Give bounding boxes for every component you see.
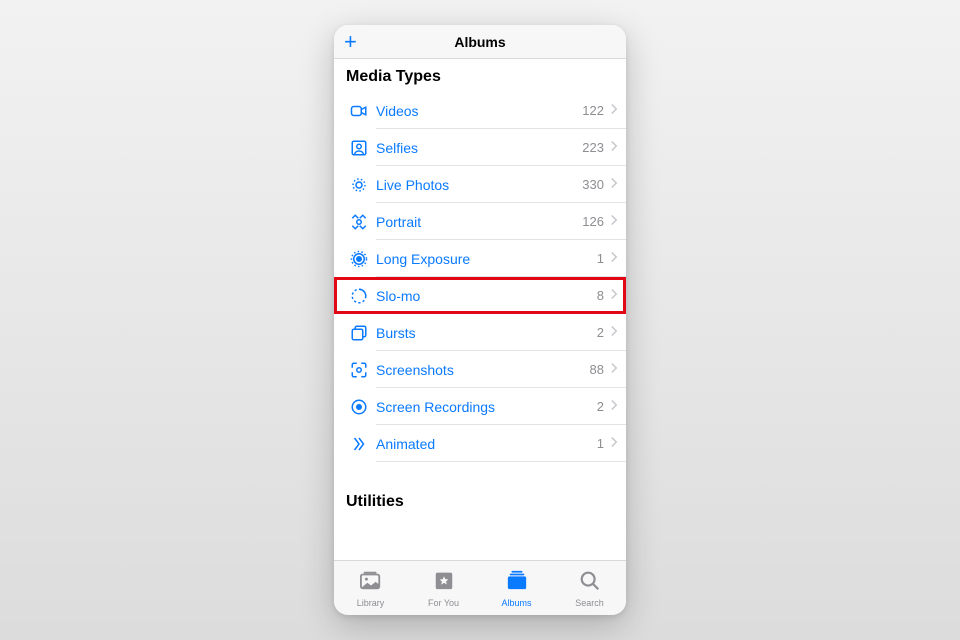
add-button[interactable]: + [344, 31, 357, 53]
page-title: Albums [454, 34, 505, 50]
row-label: Slo-mo [372, 288, 597, 304]
chevron-right-icon [606, 361, 626, 379]
row-count: 8 [597, 288, 606, 303]
media-row-videos[interactable]: Videos122 [334, 92, 626, 129]
row-count: 122 [582, 103, 606, 118]
row-count: 1 [597, 251, 606, 266]
tab-label: Search [575, 598, 604, 608]
content: Media Types Videos122Selfies223Live Phot… [334, 59, 626, 560]
row-label: Selfies [372, 140, 582, 156]
row-label: Screenshots [372, 362, 590, 378]
chevron-right-icon [606, 139, 626, 157]
screenrecordings-icon [346, 398, 372, 416]
section-media-types: Media Types [334, 59, 626, 92]
selfie-icon [346, 139, 372, 157]
media-row-animated[interactable]: Animated1 [334, 425, 626, 462]
media-row-selfies[interactable]: Selfies223 [334, 129, 626, 166]
bursts-icon [346, 324, 372, 342]
chevron-right-icon [606, 250, 626, 268]
chevron-right-icon [606, 176, 626, 194]
chevron-right-icon [606, 213, 626, 231]
row-label: Portrait [372, 214, 582, 230]
tab-foryou-icon [432, 569, 456, 596]
row-label: Long Exposure [372, 251, 597, 267]
row-count: 126 [582, 214, 606, 229]
screenshots-icon [346, 361, 372, 379]
video-icon [346, 102, 372, 120]
media-row-live-photos[interactable]: Live Photos330 [334, 166, 626, 203]
chevron-right-icon [606, 102, 626, 120]
animated-icon [346, 435, 372, 453]
media-row-bursts[interactable]: Bursts2 [334, 314, 626, 351]
tab-search-icon [578, 569, 602, 596]
row-count: 223 [582, 140, 606, 155]
tab-library[interactable]: Library [341, 569, 401, 608]
tab-search[interactable]: Search [560, 569, 620, 608]
row-count: 2 [597, 399, 606, 414]
section-utilities: Utilities [334, 484, 626, 517]
row-label: Videos [372, 103, 582, 119]
navbar: + Albums [334, 25, 626, 59]
row-label: Animated [372, 436, 597, 452]
media-row-long-exposure[interactable]: Long Exposure1 [334, 240, 626, 277]
media-row-slo-mo[interactable]: Slo-mo8 [334, 277, 626, 314]
albums-screen: + Albums Media Types Videos122Selfies223… [334, 25, 626, 615]
tabbar: Library For You Albums Search [334, 560, 626, 615]
longexposure-icon [346, 250, 372, 268]
media-row-portrait[interactable]: Portrait126 [334, 203, 626, 240]
row-count: 1 [597, 436, 606, 451]
row-count: 88 [590, 362, 606, 377]
slomo-icon [346, 287, 372, 305]
chevron-right-icon [606, 435, 626, 453]
row-label: Live Photos [372, 177, 582, 193]
chevron-right-icon [606, 287, 626, 305]
tab-label: For You [428, 598, 459, 608]
chevron-right-icon [606, 398, 626, 416]
tab-label: Library [357, 598, 385, 608]
row-label: Bursts [372, 325, 597, 341]
tab-foryou[interactable]: For You [414, 569, 474, 608]
media-row-screenshots[interactable]: Screenshots88 [334, 351, 626, 388]
livephoto-icon [346, 176, 372, 194]
media-types-list: Videos122Selfies223Live Photos330Portrai… [334, 92, 626, 462]
tab-label: Albums [501, 598, 531, 608]
chevron-right-icon [606, 324, 626, 342]
media-row-screen-recordings[interactable]: Screen Recordings2 [334, 388, 626, 425]
tab-library-icon [359, 569, 383, 596]
row-count: 330 [582, 177, 606, 192]
portrait-icon [346, 213, 372, 231]
tab-albums-icon [505, 569, 529, 596]
row-label: Screen Recordings [372, 399, 597, 415]
row-count: 2 [597, 325, 606, 340]
tab-albums[interactable]: Albums [487, 569, 547, 608]
